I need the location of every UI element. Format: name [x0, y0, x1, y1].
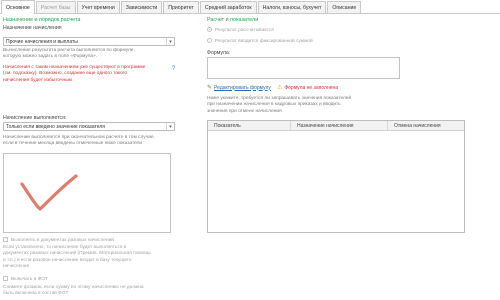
- chevron-down-icon[interactable]: ▾: [166, 38, 174, 45]
- docs-checkbox[interactable]: [3, 237, 8, 242]
- fot-checkbox-row[interactable]: Включать в ФОТ: [3, 276, 48, 283]
- radio-fixed-label: Результат вводится фиксированной суммой: [215, 38, 313, 44]
- purpose-hint-line-2: которую можно задать в поле «Формула».: [3, 54, 98, 60]
- purpose-warning: Начисления с таким назначением уже сущес…: [3, 65, 173, 84]
- pencil-icon[interactable]: ✎: [207, 84, 212, 91]
- indicators-box[interactable]: [3, 153, 171, 233]
- tab-priority[interactable]: Приоритет: [163, 1, 199, 13]
- fot-checkbox[interactable]: [3, 276, 8, 281]
- indicators-hint-line-3: значения при отмене начисления: [207, 108, 282, 114]
- edit-formula-link[interactable]: Редактировать формулу: [214, 85, 271, 91]
- radio-fixed[interactable]: [207, 38, 212, 43]
- tab-strip: Основное Расчет базы Учет времени Зависи…: [0, 0, 500, 14]
- docs-hint-line-2: документах разовых начислений (Премия, М…: [3, 251, 151, 257]
- executed-label: Начисление выполняется:: [3, 115, 67, 121]
- purpose-hint: Вычисление результата расчета выполняетс…: [3, 48, 178, 61]
- purpose-select-value: Прочие начисления и выплаты: [6, 38, 78, 45]
- indicators-hint: Ниже укажите, требуется ли запрашивать з…: [207, 96, 407, 115]
- tab-taxes[interactable]: Налоги, взносы, бухучет: [257, 1, 327, 13]
- formula-label: Формула:: [207, 50, 231, 56]
- purpose-warning-line-3: начисления будет избыточным: [3, 77, 72, 83]
- indicators-table[interactable]: Показатель Назначение начисления Отмена …: [207, 120, 465, 233]
- docs-checkbox-row[interactable]: Выполнять в документах разовых начислени…: [3, 237, 114, 244]
- help-icon[interactable]: ?: [172, 66, 175, 72]
- calculation-group-title: Расчет и показатели: [207, 17, 259, 23]
- radio-calculated-label: Результат рассчитывается: [215, 27, 274, 33]
- executed-select-value: Только если введено значение показателя: [6, 123, 105, 130]
- purpose-label: Назначение начисления: [3, 25, 62, 31]
- executed-hint-line-2: если в течение месяца введены отмеченные…: [3, 141, 143, 147]
- checkmark-icon: [20, 174, 78, 211]
- formula-field[interactable]: [207, 57, 400, 79]
- tab-main[interactable]: Основное: [1, 0, 35, 14]
- column-header-indicator[interactable]: Показатель: [208, 121, 291, 130]
- fot-checkbox-label: Включать в ФОТ: [11, 276, 48, 282]
- warning-triangle-icon: ⚠: [276, 85, 283, 91]
- purpose-select[interactable]: Прочие начисления и выплаты ▾: [3, 37, 175, 46]
- formula-actions: ✎ Редактировать формулу ⚠ Формула не зап…: [207, 84, 339, 92]
- indicators-table-header: Показатель Назначение начисления Отмена …: [208, 121, 464, 131]
- radio-calculated-row[interactable]: Результат рассчитывается: [207, 27, 274, 34]
- tab-base-calculation[interactable]: Расчет базы: [35, 1, 76, 13]
- chevron-down-icon[interactable]: ▾: [166, 123, 174, 130]
- radio-calculated[interactable]: [207, 27, 212, 32]
- formula-warning: Формула не заполнена: [284, 84, 339, 91]
- fot-hint-line-2: быть включена в состав ФОТ: [3, 291, 69, 297]
- docs-checkbox-label: Выполнять в документах разовых начислени…: [11, 237, 114, 243]
- docs-hint-line-4: начисления: [3, 263, 30, 269]
- column-header-assignment[interactable]: Назначение начисления: [291, 121, 388, 130]
- tab-description[interactable]: Описание: [327, 1, 362, 13]
- tab-time-accounting[interactable]: Учет времени: [76, 1, 120, 13]
- executed-hint: Начисление выполняется при окончательном…: [3, 135, 181, 148]
- docs-hint: Если установлено, то начисление будет вы…: [3, 245, 175, 270]
- column-header-cancellation[interactable]: Отмена начисления: [388, 121, 464, 130]
- radio-fixed-row[interactable]: Результат вводится фиксированной суммой: [207, 38, 313, 45]
- executed-select[interactable]: Только если введено значение показателя …: [3, 122, 175, 131]
- fot-hint: Снимите флажок, если сумму по этому начи…: [3, 285, 175, 298]
- purpose-group-title: Назначение и порядок расчета: [3, 17, 81, 23]
- tab-dependencies[interactable]: Зависимости: [120, 1, 163, 13]
- tab-average-earnings[interactable]: Средний заработок: [199, 1, 257, 13]
